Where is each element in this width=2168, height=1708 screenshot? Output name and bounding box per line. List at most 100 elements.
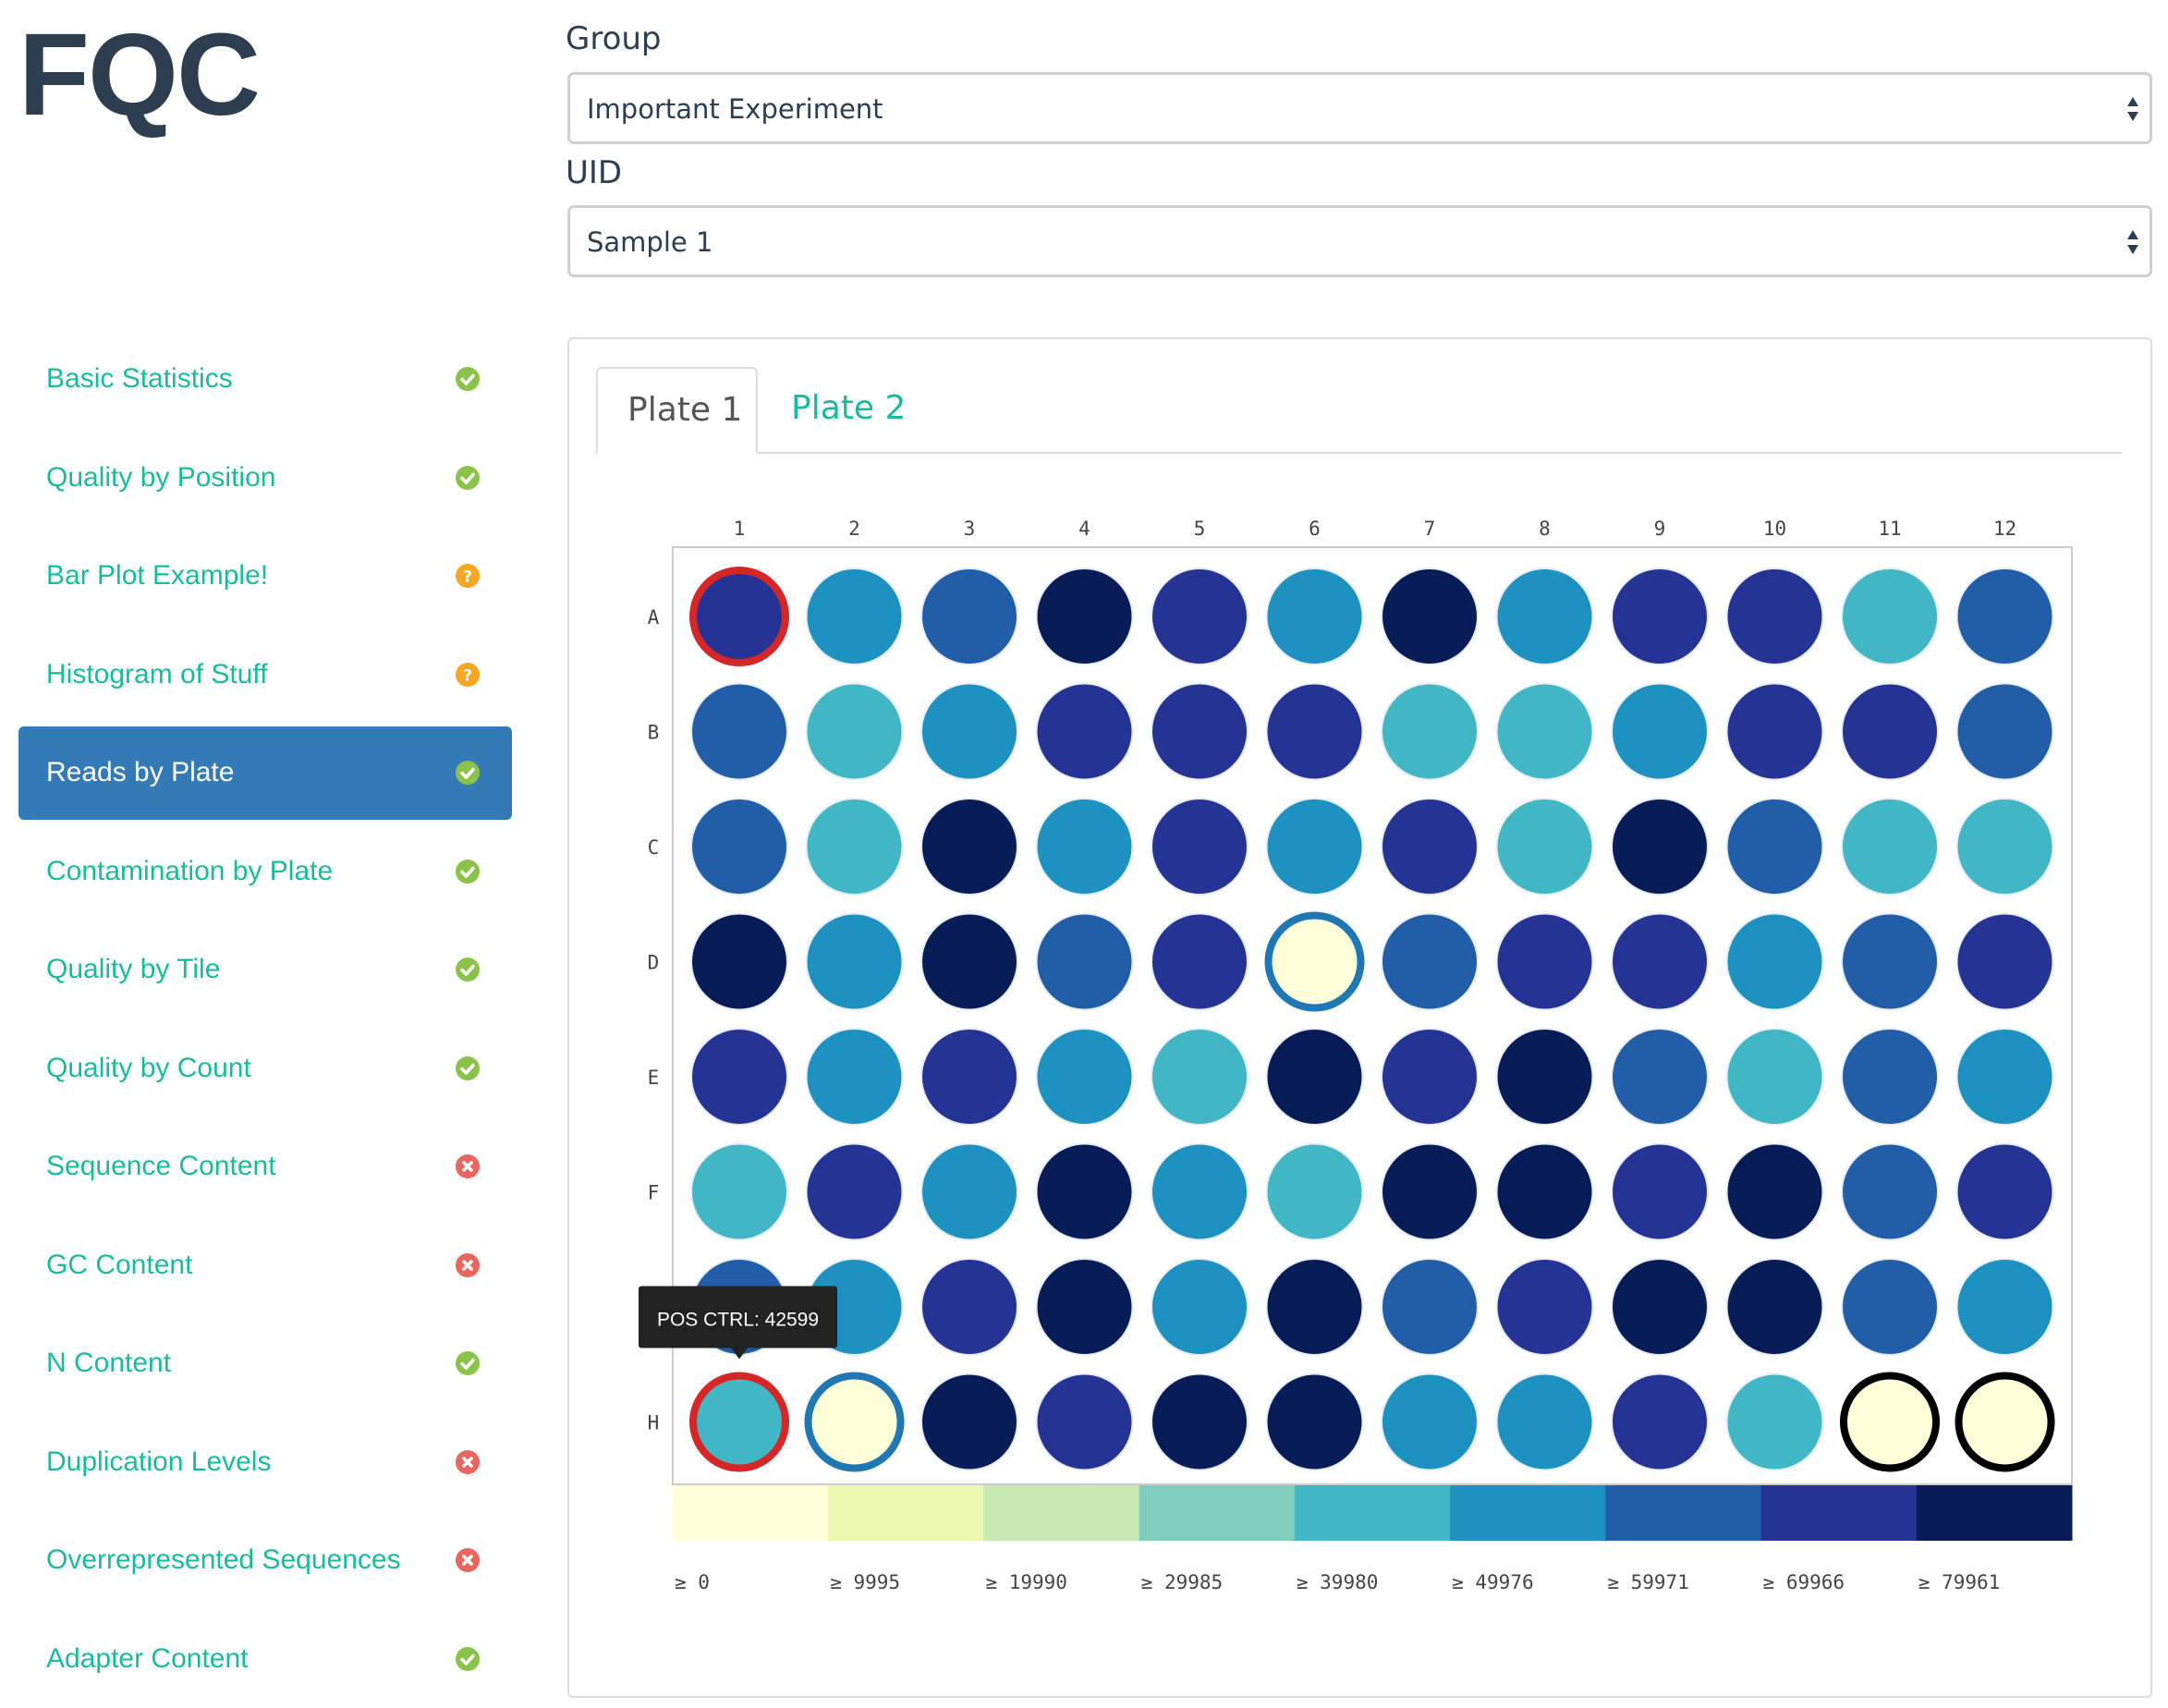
well-B5[interactable] bbox=[1151, 682, 1248, 781]
well-G7[interactable] bbox=[1381, 1258, 1479, 1356]
well-A2[interactable] bbox=[805, 567, 904, 665]
well-D11[interactable] bbox=[1841, 912, 1939, 1011]
well-H9[interactable] bbox=[1611, 1372, 1709, 1471]
well-D1[interactable] bbox=[690, 912, 788, 1011]
well-H5[interactable] bbox=[1151, 1372, 1248, 1471]
well-F6[interactable] bbox=[1265, 1142, 1364, 1241]
well-A1[interactable] bbox=[689, 567, 789, 666]
well-G11[interactable] bbox=[1841, 1258, 1939, 1356]
legend-swatch bbox=[1294, 1485, 1451, 1541]
well-E4[interactable] bbox=[1035, 1028, 1134, 1126]
well-E7[interactable] bbox=[1381, 1028, 1479, 1126]
well-E9[interactable] bbox=[1611, 1028, 1709, 1126]
well-C5[interactable] bbox=[1151, 798, 1248, 896]
well-D2[interactable] bbox=[805, 912, 904, 1011]
well-D10[interactable] bbox=[1725, 912, 1824, 1011]
well-A10[interactable] bbox=[1725, 567, 1824, 665]
well-D4[interactable] bbox=[1035, 912, 1134, 1011]
well-D8[interactable] bbox=[1495, 912, 1594, 1011]
well-B4[interactable] bbox=[1035, 682, 1134, 781]
well-H7[interactable] bbox=[1381, 1372, 1479, 1471]
well-H11[interactable] bbox=[1840, 1372, 1940, 1472]
well-F4[interactable] bbox=[1035, 1142, 1134, 1241]
well-C2[interactable] bbox=[805, 798, 904, 896]
well-A3[interactable] bbox=[920, 567, 1018, 665]
well-B10[interactable] bbox=[1725, 682, 1824, 781]
well-H4[interactable] bbox=[1035, 1372, 1134, 1471]
well-B3[interactable] bbox=[920, 682, 1018, 781]
well-B8[interactable] bbox=[1495, 682, 1594, 781]
well-C7[interactable] bbox=[1381, 798, 1479, 896]
well-A11[interactable] bbox=[1841, 567, 1939, 665]
row-label: C bbox=[648, 836, 660, 859]
well-F1[interactable] bbox=[690, 1142, 788, 1241]
well-G3[interactable] bbox=[920, 1258, 1018, 1356]
well-F5[interactable] bbox=[1151, 1142, 1248, 1241]
well-G4[interactable] bbox=[1035, 1258, 1134, 1356]
well-D3[interactable] bbox=[920, 912, 1018, 1011]
well-F11[interactable] bbox=[1841, 1142, 1939, 1241]
well-B11[interactable] bbox=[1841, 682, 1939, 781]
well-G8[interactable] bbox=[1495, 1258, 1594, 1356]
column-label: 8 bbox=[1539, 518, 1551, 540]
well-H6[interactable] bbox=[1265, 1372, 1364, 1471]
well-E6[interactable] bbox=[1265, 1028, 1364, 1126]
well-C6[interactable] bbox=[1265, 798, 1364, 896]
well-H2[interactable] bbox=[804, 1372, 905, 1472]
well-B7[interactable] bbox=[1381, 682, 1479, 781]
well-G6[interactable] bbox=[1265, 1258, 1364, 1356]
well-C11[interactable] bbox=[1841, 798, 1939, 896]
well-D5[interactable] bbox=[1151, 912, 1248, 1011]
well-D6[interactable] bbox=[1264, 911, 1365, 1012]
well-F8[interactable] bbox=[1495, 1142, 1594, 1241]
well-B6[interactable] bbox=[1265, 682, 1364, 781]
well-E10[interactable] bbox=[1725, 1028, 1824, 1126]
well-E5[interactable] bbox=[1151, 1028, 1248, 1126]
well-H8[interactable] bbox=[1495, 1372, 1594, 1471]
well-C12[interactable] bbox=[1955, 798, 2054, 896]
well-H10[interactable] bbox=[1725, 1372, 1824, 1471]
well-A7[interactable] bbox=[1381, 567, 1479, 665]
well-B2[interactable] bbox=[805, 682, 904, 781]
well-F10[interactable] bbox=[1725, 1142, 1824, 1241]
well-C9[interactable] bbox=[1611, 798, 1709, 896]
well-E1[interactable] bbox=[690, 1028, 788, 1126]
well-D7[interactable] bbox=[1381, 912, 1479, 1011]
well-G12[interactable] bbox=[1955, 1258, 2054, 1356]
well-A4[interactable] bbox=[1035, 567, 1134, 665]
well-A12[interactable] bbox=[1955, 567, 2054, 665]
well-F12[interactable] bbox=[1955, 1142, 2054, 1241]
well-C4[interactable] bbox=[1035, 798, 1134, 896]
well-B1[interactable] bbox=[690, 682, 788, 781]
well-F7[interactable] bbox=[1381, 1142, 1479, 1241]
well-A8[interactable] bbox=[1495, 567, 1594, 665]
well-G10[interactable] bbox=[1725, 1258, 1824, 1356]
well-C10[interactable] bbox=[1725, 798, 1824, 896]
well-E12[interactable] bbox=[1955, 1028, 2054, 1126]
legend-label: ≥ 0 bbox=[675, 1571, 710, 1593]
well-G5[interactable] bbox=[1151, 1258, 1248, 1356]
well-D9[interactable] bbox=[1611, 912, 1709, 1011]
column-label: 11 bbox=[1878, 518, 1901, 540]
well-F9[interactable] bbox=[1611, 1142, 1709, 1241]
well-C8[interactable] bbox=[1495, 798, 1594, 896]
well-G9[interactable] bbox=[1611, 1258, 1709, 1356]
well-B9[interactable] bbox=[1611, 682, 1709, 781]
well-F2[interactable] bbox=[805, 1142, 904, 1241]
well-E11[interactable] bbox=[1841, 1028, 1939, 1126]
well-C3[interactable] bbox=[920, 798, 1018, 896]
well-H12[interactable] bbox=[1955, 1372, 2055, 1472]
well-E3[interactable] bbox=[920, 1028, 1018, 1126]
well-D12[interactable] bbox=[1955, 912, 2054, 1011]
well-H1[interactable] bbox=[689, 1372, 789, 1472]
well-A5[interactable] bbox=[1151, 567, 1248, 665]
column-label: 6 bbox=[1309, 518, 1321, 540]
well-B12[interactable] bbox=[1955, 682, 2054, 781]
well-C1[interactable] bbox=[690, 798, 788, 896]
well-A9[interactable] bbox=[1611, 567, 1709, 665]
well-F3[interactable] bbox=[920, 1142, 1018, 1241]
well-E2[interactable] bbox=[805, 1028, 904, 1126]
well-E8[interactable] bbox=[1495, 1028, 1594, 1126]
well-H3[interactable] bbox=[920, 1372, 1018, 1471]
well-A6[interactable] bbox=[1265, 567, 1364, 665]
